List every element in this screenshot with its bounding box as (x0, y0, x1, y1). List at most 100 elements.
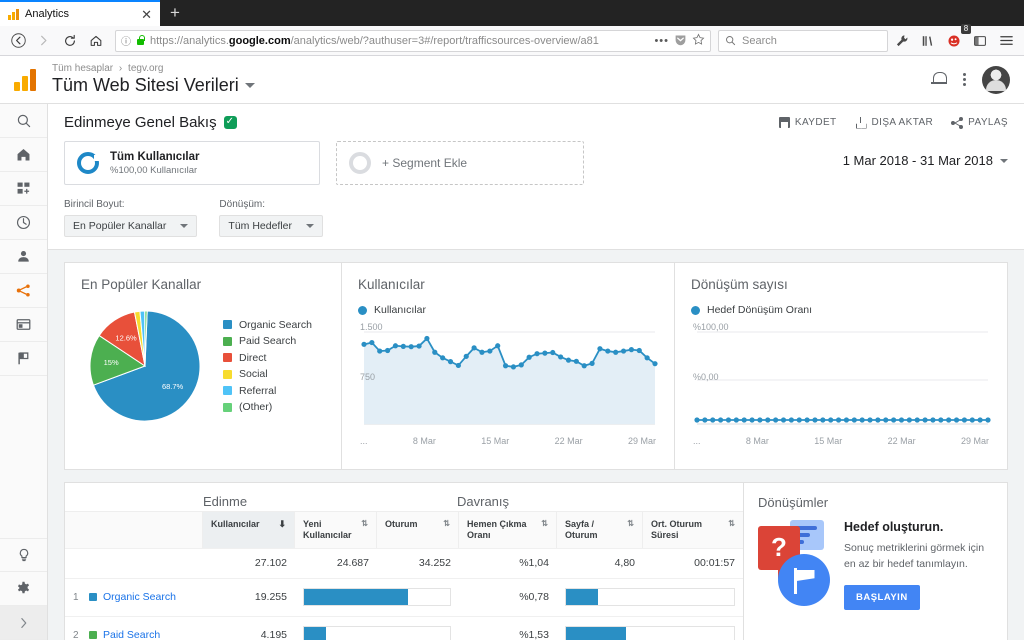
chart-data-point[interactable] (463, 353, 469, 359)
pie-legend-item[interactable]: Social (223, 368, 312, 380)
sidebar-item-acquisition[interactable] (0, 274, 47, 308)
library-icon[interactable] (916, 29, 940, 53)
chart-data-point[interactable] (542, 350, 548, 356)
segment-all-users[interactable]: Tüm Kullanıcılar %100,00 Kullanıcılar (64, 141, 320, 185)
add-segment-button[interactable]: + Segment Ekle (336, 141, 584, 185)
home-button[interactable] (84, 29, 108, 53)
chart-data-point[interactable] (455, 362, 461, 369)
reload-button[interactable] (58, 29, 82, 53)
column-header-pages-per-session[interactable]: Sayfa / Oturum ⇅ (557, 512, 643, 548)
channel-link[interactable]: Paid Search (103, 629, 160, 640)
chart-data-point[interactable] (765, 417, 771, 423)
hamburger-menu-icon[interactable] (994, 29, 1018, 53)
channel-link[interactable]: Organic Search (103, 591, 176, 603)
page-actions-icon[interactable]: ••• (654, 35, 669, 47)
chart-data-point[interactable] (969, 417, 975, 423)
chart-data-point[interactable] (820, 417, 826, 423)
primary-dimension-select[interactable]: En Popüler Kanallar (64, 215, 198, 237)
chart-data-point[interactable] (652, 361, 658, 367)
chart-data-point[interactable] (843, 417, 850, 423)
chart-data-point[interactable] (812, 417, 818, 423)
chart-data-point[interactable] (384, 347, 391, 354)
new-tab-button[interactable]: + (160, 3, 190, 26)
chart-data-point[interactable] (898, 417, 905, 423)
sidebar-item-customization[interactable] (0, 172, 47, 206)
column-header-new-users[interactable]: Yeni Kullanıcılar ⇅ (295, 512, 377, 548)
chart-data-point[interactable] (796, 417, 802, 423)
chart-data-point[interactable] (377, 348, 383, 354)
save-button[interactable]: KAYDET (778, 117, 837, 128)
back-button[interactable] (6, 29, 30, 53)
chart-data-point[interactable] (930, 417, 936, 423)
sidebar-item-discover[interactable] (0, 538, 47, 572)
export-button[interactable]: DIŞA AKTAR (855, 116, 934, 129)
chart-data-point[interactable] (518, 362, 524, 368)
chart-data-point[interactable] (400, 343, 406, 349)
pie-legend-item[interactable]: Paid Search (223, 335, 312, 347)
chart-data-point[interactable] (757, 417, 763, 423)
chart-data-point[interactable] (883, 417, 889, 423)
close-icon[interactable]: ✕ (141, 8, 152, 21)
pie-legend-item[interactable]: Referral (223, 385, 312, 397)
browser-tab[interactable]: Analytics ✕ (0, 0, 160, 26)
chart-data-point[interactable] (780, 417, 787, 423)
chart-data-point[interactable] (495, 343, 501, 349)
chart-data-point[interactable] (859, 417, 865, 423)
chart-data-point[interactable] (510, 364, 517, 370)
chart-data-point[interactable] (424, 335, 430, 342)
chart-data-point[interactable] (644, 355, 650, 361)
chart-data-point[interactable] (620, 348, 627, 354)
chart-data-point[interactable] (914, 417, 920, 423)
avatar[interactable] (982, 65, 1010, 94)
chart-data-point[interactable] (906, 417, 912, 423)
sidebar-item-admin[interactable] (0, 572, 47, 606)
column-header-sessions[interactable]: Oturum ⇅ (377, 512, 459, 548)
chart-data-point[interactable] (694, 417, 700, 423)
chart-data-point[interactable] (361, 341, 367, 347)
sidebar-item-audience[interactable] (0, 240, 47, 274)
chart-data-point[interactable] (717, 417, 724, 423)
sidebar-expand-button[interactable] (0, 606, 47, 640)
chart-data-point[interactable] (710, 417, 716, 423)
chart-data-point[interactable] (479, 349, 485, 355)
chart-data-point[interactable] (938, 417, 944, 423)
sidebar-item-conversions[interactable] (0, 342, 47, 376)
table-row[interactable]: 1 Organic Search 19.255 %0,78 (65, 577, 743, 616)
sidebar-icon[interactable] (968, 29, 992, 53)
column-header-users[interactable]: Kullanıcılar ⬇ (203, 512, 295, 548)
users-area-chart[interactable] (358, 324, 658, 428)
chart-data-point[interactable] (733, 417, 739, 423)
notifications-bell-icon[interactable] (931, 71, 947, 88)
chart-data-point[interactable] (432, 349, 438, 355)
chart-data-point[interactable] (534, 351, 540, 357)
wrench-icon[interactable] (890, 29, 914, 53)
pie-legend-item[interactable]: Organic Search (223, 319, 312, 331)
chart-data-point[interactable] (369, 339, 375, 346)
chart-data-point[interactable] (961, 417, 968, 423)
column-header-avg-duration[interactable]: Ort. Oturum Süresi ⇅ (643, 512, 743, 548)
chart-data-point[interactable] (573, 358, 579, 364)
column-header-bounce-rate[interactable]: Hemen Çıkma Oranı ⇅ (459, 512, 557, 548)
chart-data-point[interactable] (589, 360, 595, 366)
sidebar-item-realtime[interactable] (0, 206, 47, 240)
chart-data-point[interactable] (946, 417, 952, 423)
chart-data-point[interactable] (985, 417, 991, 423)
sidebar-item-search[interactable] (0, 104, 47, 138)
chart-data-point[interactable] (804, 417, 810, 423)
chart-data-point[interactable] (416, 343, 422, 349)
chart-data-point[interactable] (440, 355, 446, 361)
chart-data-point[interactable] (977, 417, 983, 423)
address-bar[interactable]: ⓘ https://analytics.google.com/analytics… (115, 29, 711, 52)
pocket-save-icon[interactable] (674, 33, 687, 49)
chart-data-point[interactable] (526, 354, 532, 360)
chart-data-point[interactable] (891, 417, 897, 423)
conversion-select[interactable]: Tüm Hedefler (219, 215, 324, 237)
pie-chart[interactable]: 68.7% 15% 12.6% (81, 298, 217, 434)
chart-data-point[interactable] (487, 348, 493, 354)
forward-button[interactable] (32, 29, 56, 53)
chart-data-point[interactable] (773, 417, 779, 423)
chart-data-point[interactable] (408, 344, 414, 350)
sidebar-item-behavior[interactable] (0, 308, 47, 342)
chart-data-point[interactable] (502, 363, 509, 369)
chart-data-point[interactable] (835, 417, 842, 423)
